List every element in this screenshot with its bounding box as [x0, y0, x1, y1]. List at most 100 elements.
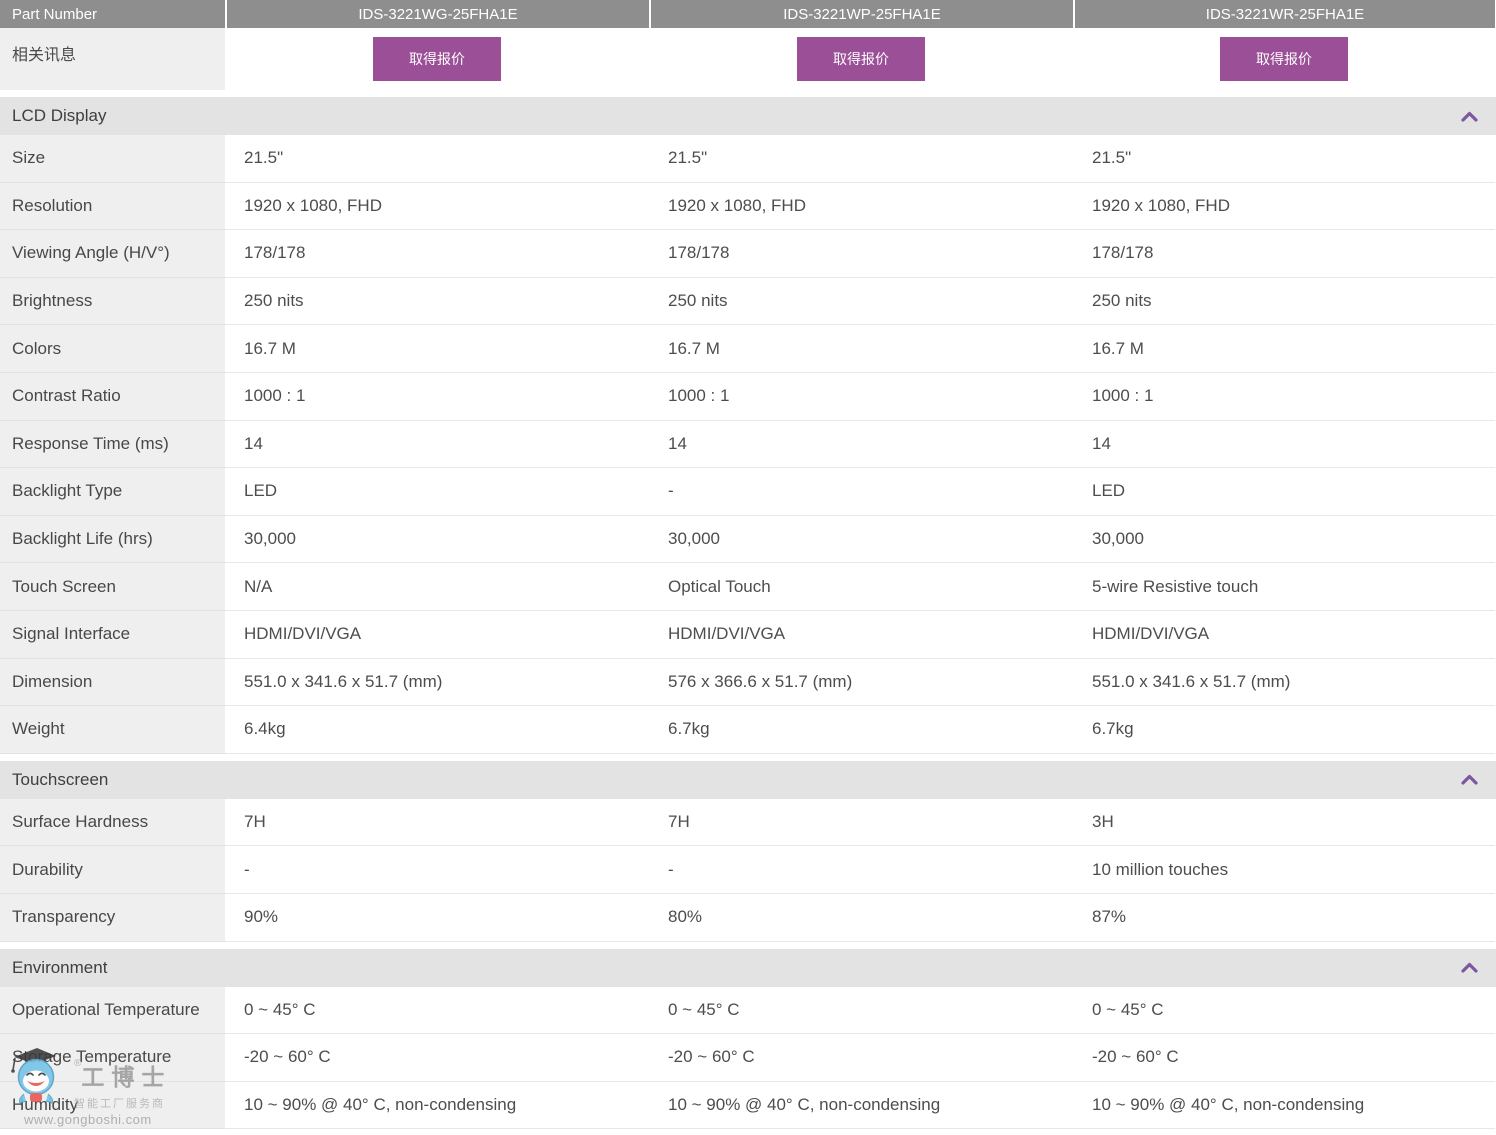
spec-row: Touch Screen N/A Optical Touch 5-wire Re…: [0, 563, 1496, 611]
spec-value-col-2: HDMI/DVI/VGA: [649, 611, 1073, 659]
spec-value-col-3: 16.7 M: [1073, 325, 1495, 373]
spec-value-col-1: 250 nits: [225, 278, 649, 326]
spec-value-col-3: 10 ~ 90% @ 40° C, non-condensing: [1073, 1082, 1495, 1130]
section-header-touchscreen[interactable]: Touchscreen: [0, 761, 1496, 799]
spec-row: Backlight Type LED - LED: [0, 468, 1496, 516]
spec-value-col-3: -20 ~ 60° C: [1073, 1034, 1495, 1082]
spec-value-col-3: 178/178: [1073, 230, 1495, 278]
column-header-model-1[interactable]: IDS-3221WG-25FHA1E: [227, 0, 649, 28]
spec-value-col-3: 250 nits: [1073, 278, 1495, 326]
spec-label: Surface Hardness: [0, 799, 225, 847]
spec-value-col-1: 21.5": [225, 135, 649, 183]
spec-value-col-1: 551.0 x 341.6 x 51.7 (mm): [225, 659, 649, 707]
spec-label: Backlight Type: [0, 468, 225, 516]
spec-value-col-3: 14: [1073, 421, 1495, 469]
spec-value-col-2: -: [649, 468, 1073, 516]
spec-value-col-1: HDMI/DVI/VGA: [225, 611, 649, 659]
spec-value-col-3: 21.5": [1073, 135, 1495, 183]
spec-value-col-3: 0 ~ 45° C: [1073, 987, 1495, 1035]
spec-row: Surface Hardness 7H 7H 3H: [0, 799, 1496, 847]
spec-value-col-2: -: [649, 846, 1073, 894]
spec-row: Viewing Angle (H/V°) 178/178 178/178 178…: [0, 230, 1496, 278]
spec-value-col-1: 10 ~ 90% @ 40° C, non-condensing: [225, 1082, 649, 1130]
spec-value-col-1: 0 ~ 45° C: [225, 987, 649, 1035]
table-body: LCD Display Size 21.5" 21.5" 21.5" Resol…: [0, 97, 1496, 1129]
spec-row: Contrast Ratio 1000 : 1 1000 : 1 1000 : …: [0, 373, 1496, 421]
spec-value-col-1: 178/178: [225, 230, 649, 278]
spec-value-col-1: 1920 x 1080, FHD: [225, 183, 649, 231]
spec-label: Contrast Ratio: [0, 373, 225, 421]
get-quote-button-3[interactable]: 取得报价: [1220, 37, 1348, 81]
section-header-environment[interactable]: Environment: [0, 949, 1496, 987]
spec-value-col-3: 10 million touches: [1073, 846, 1495, 894]
section-title: Environment: [12, 958, 107, 978]
quote-cell-2: 取得报价: [649, 28, 1073, 90]
spec-value-col-3: 5-wire Resistive touch: [1073, 563, 1495, 611]
spec-value-col-1: -20 ~ 60° C: [225, 1034, 649, 1082]
spec-value-col-2: 7H: [649, 799, 1073, 847]
spec-value-col-1: 1000 : 1: [225, 373, 649, 421]
spec-label: Humidity: [0, 1082, 225, 1130]
section-header-lcd-display[interactable]: LCD Display: [0, 97, 1496, 135]
spec-label: Backlight Life (hrs): [0, 516, 225, 564]
chevron-up-icon[interactable]: [1461, 774, 1478, 785]
spec-label: Viewing Angle (H/V°): [0, 230, 225, 278]
related-info-label: 相关讯息: [0, 28, 225, 90]
spec-value-col-3: 87%: [1073, 894, 1495, 942]
column-header-model-3[interactable]: IDS-3221WR-25FHA1E: [1075, 0, 1495, 28]
chevron-up-icon[interactable]: [1461, 962, 1478, 973]
spec-label: Touch Screen: [0, 563, 225, 611]
spec-value-col-1: 16.7 M: [225, 325, 649, 373]
spec-row: Durability - - 10 million touches: [0, 846, 1496, 894]
spec-value-col-3: 30,000: [1073, 516, 1495, 564]
spec-label: Response Time (ms): [0, 421, 225, 469]
spec-value-col-1: -: [225, 846, 649, 894]
get-quote-button-1[interactable]: 取得报价: [373, 37, 501, 81]
spec-comparison-table: Part Number IDS-3221WG-25FHA1E IDS-3221W…: [0, 0, 1496, 1129]
spec-value-col-1: 14: [225, 421, 649, 469]
spec-value-col-3: 551.0 x 341.6 x 51.7 (mm): [1073, 659, 1495, 707]
spec-value-col-1: 7H: [225, 799, 649, 847]
spec-row: Operational Temperature 0 ~ 45° C 0 ~ 45…: [0, 987, 1496, 1035]
spec-label: Durability: [0, 846, 225, 894]
spec-row: Storage Temperature -20 ~ 60° C -20 ~ 60…: [0, 1034, 1496, 1082]
spec-value-col-3: LED: [1073, 468, 1495, 516]
spec-value-col-1: 90%: [225, 894, 649, 942]
spec-row: Dimension 551.0 x 341.6 x 51.7 (mm) 576 …: [0, 659, 1496, 707]
quote-row: 相关讯息 取得报价 取得报价 取得报价: [0, 28, 1496, 90]
spec-label: Colors: [0, 325, 225, 373]
spec-value-col-2: 21.5": [649, 135, 1073, 183]
spec-value-col-2: 250 nits: [649, 278, 1073, 326]
spec-row: Signal Interface HDMI/DVI/VGA HDMI/DVI/V…: [0, 611, 1496, 659]
spec-value-col-2: 0 ~ 45° C: [649, 987, 1073, 1035]
spec-label: Signal Interface: [0, 611, 225, 659]
spec-label: Resolution: [0, 183, 225, 231]
section-title: LCD Display: [12, 106, 106, 126]
spec-value-col-1: LED: [225, 468, 649, 516]
spec-row: Resolution 1920 x 1080, FHD 1920 x 1080,…: [0, 183, 1496, 231]
spec-value-col-1: 6.4kg: [225, 706, 649, 754]
spec-value-col-2: 1000 : 1: [649, 373, 1073, 421]
spec-value-col-2: 178/178: [649, 230, 1073, 278]
chevron-up-icon[interactable]: [1461, 111, 1478, 122]
spec-row: Size 21.5" 21.5" 21.5": [0, 135, 1496, 183]
spec-label: Dimension: [0, 659, 225, 707]
column-header-model-2[interactable]: IDS-3221WP-25FHA1E: [651, 0, 1073, 28]
quote-cell-1: 取得报价: [225, 28, 649, 90]
spec-label: Storage Temperature: [0, 1034, 225, 1082]
spec-row: Response Time (ms) 14 14 14: [0, 421, 1496, 469]
get-quote-button-2[interactable]: 取得报价: [797, 37, 925, 81]
spec-value-col-1: N/A: [225, 563, 649, 611]
spec-label: Operational Temperature: [0, 987, 225, 1035]
spec-value-col-2: 14: [649, 421, 1073, 469]
spec-row: Colors 16.7 M 16.7 M 16.7 M: [0, 325, 1496, 373]
spec-value-col-2: 80%: [649, 894, 1073, 942]
spec-value-col-3: 1920 x 1080, FHD: [1073, 183, 1495, 231]
spec-label: Brightness: [0, 278, 225, 326]
spec-label: Transparency: [0, 894, 225, 942]
spec-value-col-2: 576 x 366.6 x 51.7 (mm): [649, 659, 1073, 707]
quote-cell-3: 取得报价: [1073, 28, 1495, 90]
section-title: Touchscreen: [12, 770, 108, 790]
spec-row: Backlight Life (hrs) 30,000 30,000 30,00…: [0, 516, 1496, 564]
spec-value-col-2: 1920 x 1080, FHD: [649, 183, 1073, 231]
